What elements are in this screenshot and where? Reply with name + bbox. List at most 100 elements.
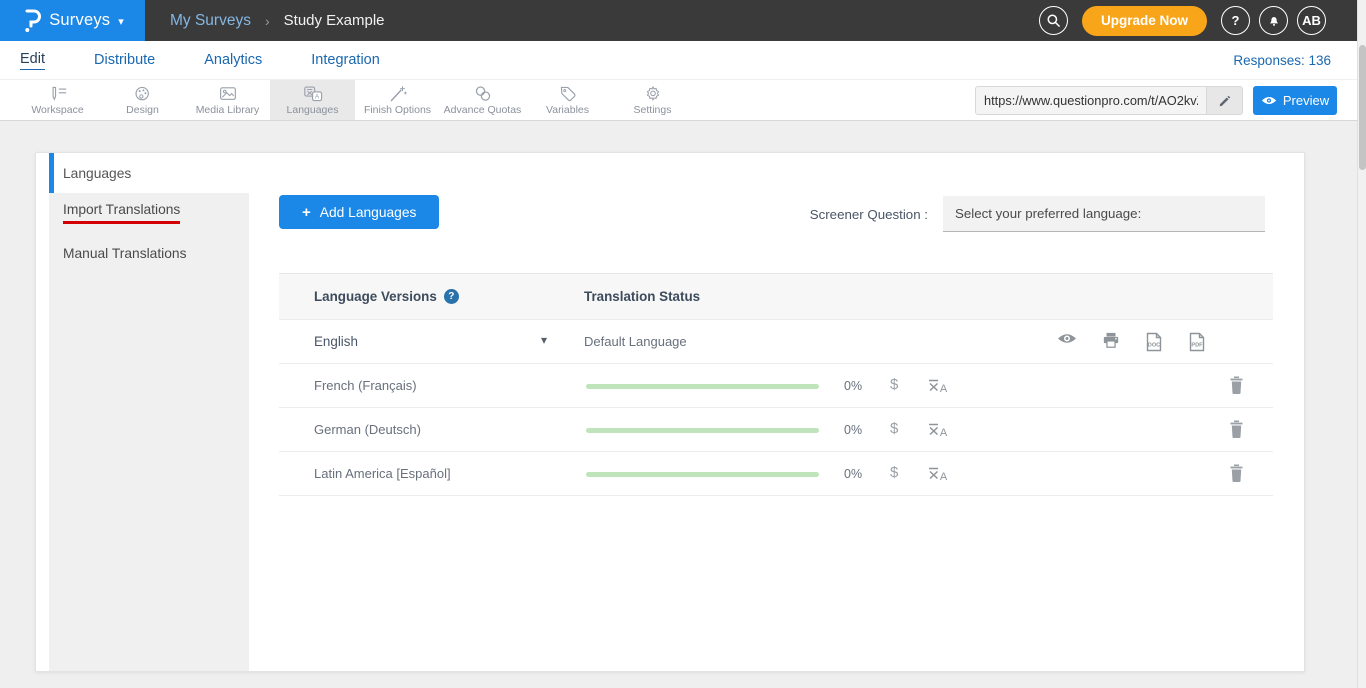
translate-icon: A <box>927 465 949 482</box>
topbar-actions: Upgrade Now ? AB <box>1039 6 1366 36</box>
trash-icon <box>1229 420 1244 438</box>
chevron-down-icon: ▾ <box>118 15 124 28</box>
toolbar-item-settings[interactable]: Settings <box>610 80 695 120</box>
col-language-versions: Language Versions ? <box>314 289 459 304</box>
delete-language-button[interactable] <box>1229 420 1244 443</box>
preview-button[interactable]: Preview <box>1253 86 1337 115</box>
eye-icon <box>1261 95 1277 106</box>
survey-url-input[interactable] <box>976 87 1206 114</box>
trash-icon <box>1229 464 1244 482</box>
doc-file-icon: DOC <box>1145 332 1163 352</box>
table-row-default-language: English ▾ Default Language DOC PDF <box>279 320 1273 364</box>
chevron-down-icon[interactable]: ▾ <box>541 333 547 347</box>
add-languages-button[interactable]: + Add Languages <box>279 195 439 229</box>
bell-icon <box>1267 13 1281 28</box>
toolbar-item-advance-quotas[interactable]: Advance Quotas <box>440 80 525 120</box>
questionpro-logo <box>21 9 41 33</box>
svg-text:PDF: PDF <box>1191 343 1203 349</box>
edit-url-button[interactable] <box>1206 87 1242 114</box>
avatar[interactable]: AB <box>1297 6 1326 35</box>
breadcrumb-current-survey: Study Example <box>284 12 385 29</box>
notifications-button[interactable] <box>1259 6 1288 35</box>
search-icon <box>1046 13 1061 28</box>
sidebar-item-import-translations[interactable]: Import Translations <box>49 193 249 233</box>
screener-question-select[interactable]: Select your preferred language: <box>943 196 1265 232</box>
tab-analytics[interactable]: Analytics <box>204 52 262 68</box>
table-header-row: Language Versions ? Translation Status <box>279 274 1273 320</box>
progress-percent: 0% <box>844 379 862 393</box>
col-translation-status: Translation Status <box>584 289 700 304</box>
svg-text:A: A <box>940 383 948 394</box>
topbar: Surveys ▾ My Surveys › Study Example Upg… <box>0 0 1366 41</box>
tab-distribute[interactable]: Distribute <box>94 52 155 68</box>
svg-text:DOC: DOC <box>1148 343 1160 349</box>
paid-translation-button[interactable]: $ <box>890 376 898 393</box>
languages-main: + Add Languages Screener Question : Sele… <box>249 153 1293 671</box>
toolbar-item-variables[interactable]: Variables <box>525 80 610 120</box>
auto-translate-button[interactable]: A <box>927 377 949 399</box>
page-background: Languages Import Translations Manual Tra… <box>0 121 1366 688</box>
language-versions-table: Language Versions ? Translation Status E… <box>279 273 1273 496</box>
default-language-select[interactable]: English <box>314 334 358 349</box>
print-button[interactable] <box>1102 332 1120 357</box>
import-translations-label: Import Translations <box>63 202 180 224</box>
plus-icon: + <box>302 204 311 221</box>
scrollbar-thumb[interactable] <box>1359 45 1366 170</box>
table-row-latin-america: Latin America [Español] 0% $ A <box>279 452 1273 496</box>
breadcrumb-my-surveys[interactable]: My Surveys <box>170 12 251 30</box>
avatar-initials: AB <box>1302 13 1321 28</box>
paid-translation-button[interactable]: $ <box>890 464 898 481</box>
eye-icon <box>1057 332 1077 345</box>
sidebar-item-languages[interactable]: Languages <box>49 153 249 193</box>
trash-icon <box>1229 376 1244 394</box>
toolbar-item-design[interactable]: Design <box>100 80 185 120</box>
export-doc-button[interactable]: DOC <box>1145 332 1163 357</box>
paid-translation-button[interactable]: $ <box>890 420 898 437</box>
default-language-status: Default Language <box>584 334 687 349</box>
survey-url-group <box>975 86 1243 115</box>
help-button[interactable]: ? <box>1221 6 1250 35</box>
screener-question-label: Screener Question : <box>810 207 928 222</box>
sidebar-item-manual-translations[interactable]: Manual Translations <box>49 233 249 273</box>
help-circle-icon[interactable]: ? <box>444 289 459 304</box>
view-button[interactable] <box>1057 332 1077 357</box>
languages-sidebar: Languages Import Translations Manual Tra… <box>49 153 249 671</box>
screener-question-group: Screener Question : Select your preferre… <box>810 196 1265 232</box>
progress-bar <box>586 472 819 477</box>
tab-edit[interactable]: Edit <box>20 51 45 70</box>
design-icon <box>132 85 154 103</box>
progress-bar <box>586 428 819 433</box>
tab-integration[interactable]: Integration <box>311 52 380 68</box>
table-row-french: French (Français) 0% $ A <box>279 364 1273 408</box>
export-pdf-button[interactable]: PDF <box>1188 332 1206 357</box>
toolbar-item-finish-options[interactable]: Finish Options <box>355 80 440 120</box>
svg-text:A: A <box>940 471 948 482</box>
toolbar-item-languages[interactable]: A Languages <box>270 80 355 120</box>
svg-text:A: A <box>940 427 948 438</box>
default-row-actions: DOC PDF <box>1057 332 1206 357</box>
pdf-file-icon: PDF <box>1188 332 1206 352</box>
languages-icon: A <box>302 85 324 103</box>
upgrade-now-button[interactable]: Upgrade Now <box>1082 6 1207 36</box>
product-switcher[interactable]: Surveys ▾ <box>0 0 145 41</box>
table-row-german: German (Deutsch) 0% $ A <box>279 408 1273 452</box>
question-mark-icon: ? <box>1232 13 1240 28</box>
advance-quotas-icon <box>472 85 494 103</box>
workspace-icon <box>47 85 69 103</box>
breadcrumb: My Surveys › Study Example <box>170 12 385 30</box>
progress-percent: 0% <box>844 423 862 437</box>
auto-translate-button[interactable]: A <box>927 465 949 487</box>
progress-bar <box>586 384 819 389</box>
delete-language-button[interactable] <box>1229 376 1244 399</box>
settings-icon <box>642 85 664 103</box>
auto-translate-button[interactable]: A <box>927 421 949 443</box>
media-library-icon <box>217 85 239 103</box>
delete-language-button[interactable] <box>1229 464 1244 487</box>
toolbar-item-media-library[interactable]: Media Library <box>185 80 270 120</box>
page-scrollbar[interactable] <box>1357 0 1366 688</box>
svg-text:A: A <box>314 93 319 100</box>
search-button[interactable] <box>1039 6 1068 35</box>
translate-icon: A <box>927 377 949 394</box>
responses-count[interactable]: Responses: 136 <box>1233 53 1331 68</box>
toolbar-item-workspace[interactable]: Workspace <box>15 80 100 120</box>
